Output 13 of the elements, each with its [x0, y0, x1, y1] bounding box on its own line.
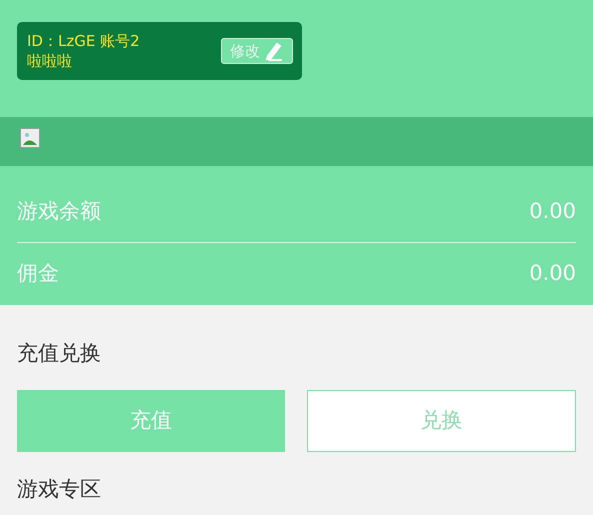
- section-title: 充值兑换: [17, 340, 102, 367]
- section-title: 游戏专区: [17, 476, 102, 502]
- edit-button[interactable]: 修改: [221, 38, 293, 64]
- balance-value: 0.00: [529, 198, 576, 225]
- balance-label: 佣金: [17, 260, 59, 288]
- pencil-icon: [264, 41, 284, 61]
- broken-image-icon: [20, 128, 40, 148]
- tab-button[interactable]: 充值: [17, 390, 284, 452]
- balance-label: 游戏余额: [17, 198, 101, 225]
- user-id: ID：LzGE 账号2: [27, 31, 140, 51]
- user-name: 啦啦啦: [27, 51, 73, 71]
- balance-value: 0.00: [529, 260, 576, 288]
- tab-button[interactable]: 兑换: [306, 390, 576, 452]
